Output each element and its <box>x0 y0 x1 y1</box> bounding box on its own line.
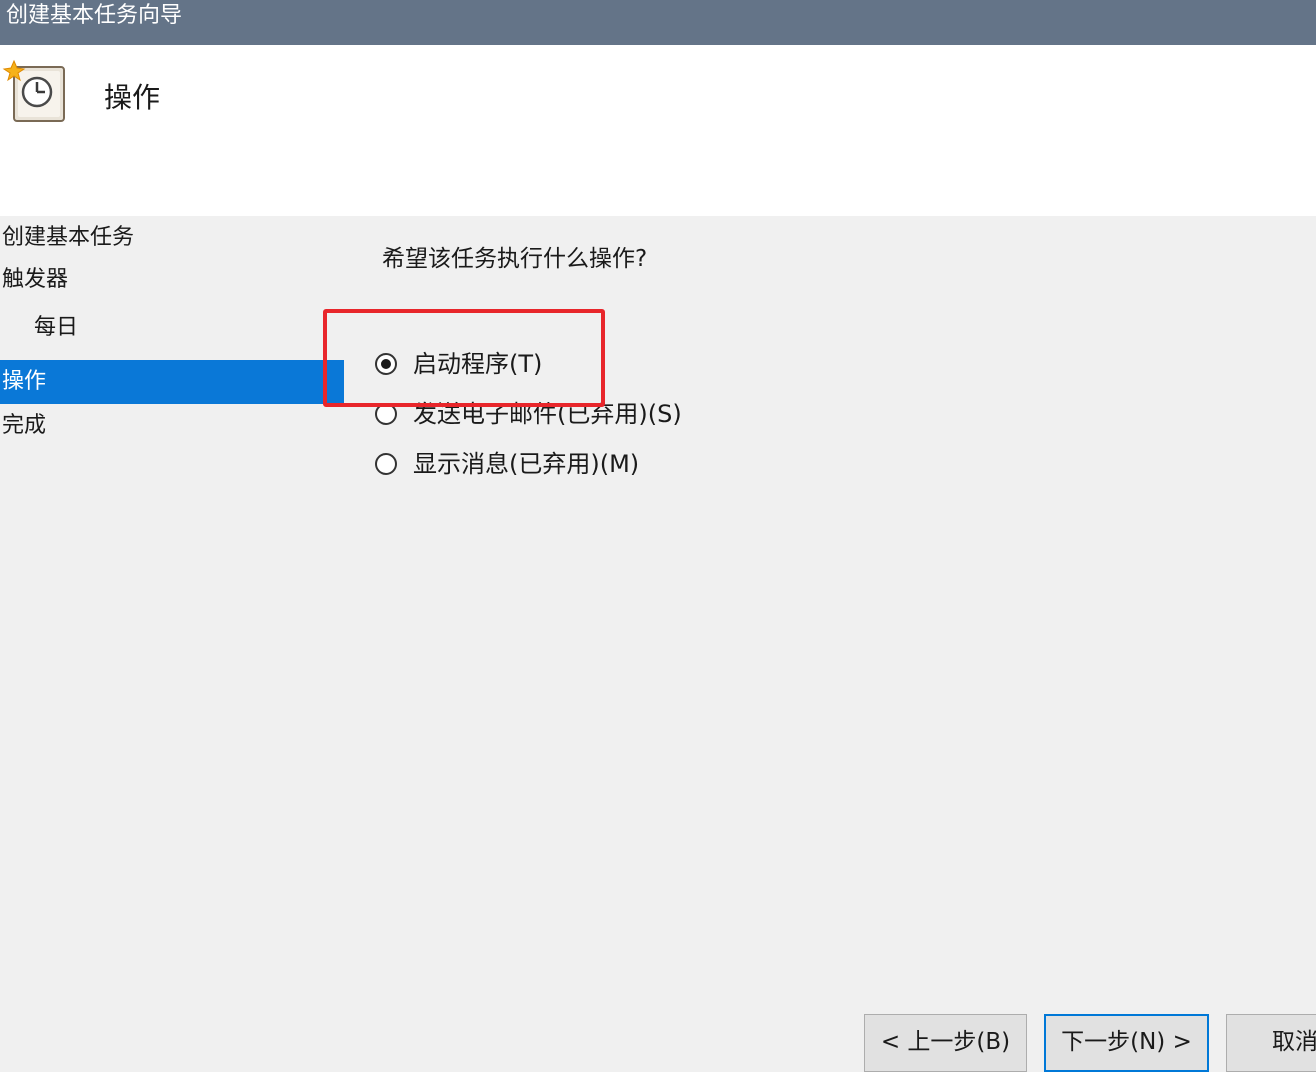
wizard-header: 操作 <box>0 45 1316 216</box>
back-button[interactable]: < 上一步(B) <box>864 1014 1027 1072</box>
radio-label-send-email: 发送电子邮件(已弃用)(S) <box>413 400 682 428</box>
window-title: 创建基本任务向导 <box>6 3 183 28</box>
next-button[interactable]: 下一步(N) > <box>1044 1014 1209 1072</box>
radio-checked-icon[interactable] <box>375 353 397 375</box>
cancel-button[interactable]: 取消 <box>1226 1014 1316 1072</box>
action-question: 希望该任务执行什么操作? <box>382 246 648 272</box>
radio-unchecked-icon[interactable] <box>375 403 397 425</box>
radio-display-message[interactable]: 显示消息(已弃用)(M) <box>375 446 639 482</box>
nav-item-action[interactable]: 操作 <box>0 360 344 404</box>
radio-label-start-program: 启动程序(T) <box>413 350 543 378</box>
nav-item-create-basic-task[interactable]: 创建基本任务 <box>0 216 344 260</box>
radio-send-email[interactable]: 发送电子邮件(已弃用)(S) <box>375 396 682 432</box>
radio-label-display-message: 显示消息(已弃用)(M) <box>413 450 640 478</box>
nav-item-daily[interactable]: 每日 <box>0 306 344 350</box>
window-titlebar[interactable]: 创建基本任务向导 <box>0 0 1316 45</box>
radio-start-program[interactable]: 启动程序(T) <box>375 346 542 382</box>
task-scheduler-clock-icon <box>2 59 68 125</box>
page-title: 操作 <box>104 81 161 114</box>
nav-item-finish[interactable]: 完成 <box>0 404 344 448</box>
radio-unchecked-icon[interactable] <box>375 453 397 475</box>
nav-item-trigger[interactable]: 触发器 <box>0 258 344 302</box>
